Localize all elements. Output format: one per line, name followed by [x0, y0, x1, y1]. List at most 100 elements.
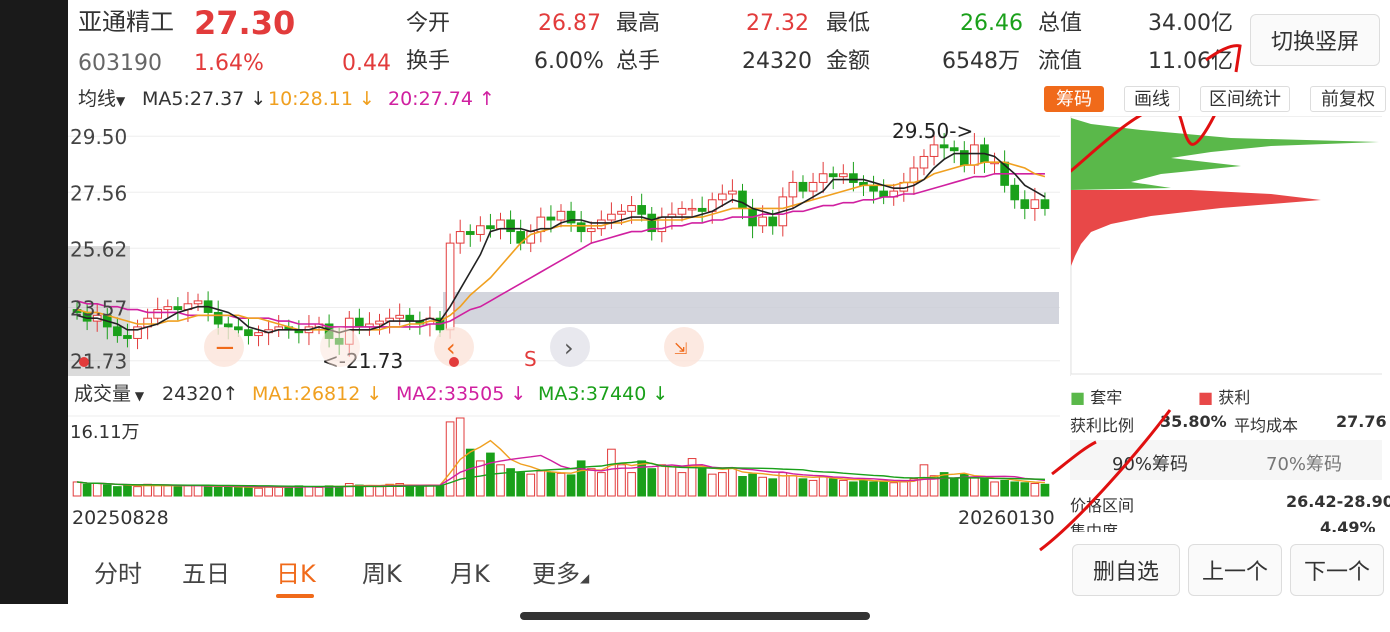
ma-indicator-bar: 均线▼ MA5:27.37 ↓ 10:28.11 ↓ 20:27.74 ↑: [68, 84, 1388, 114]
tab-chip-70[interactable]: 70%筹码: [1266, 450, 1342, 476]
previous-stock-button[interactable]: 上一个: [1188, 544, 1282, 596]
volume-bar: [234, 486, 243, 497]
volume-chart: 16.11万 20250828 20260130: [68, 415, 1060, 529]
candle-body: [909, 167, 919, 183]
turnover-label: 换手: [406, 49, 451, 74]
candle-body: [586, 228, 596, 233]
candle-body: [697, 207, 707, 212]
adjust-mode-button[interactable]: 前复权: [1310, 86, 1386, 112]
candle-body: [627, 205, 636, 212]
vol-ma1-readout: MA1:26812 ↓: [252, 380, 382, 408]
volume-bar: [546, 472, 556, 497]
candle-body: [455, 231, 465, 244]
ma-type-dropdown[interactable]: 均线▼: [78, 84, 125, 116]
remove-watchlist-button[interactable]: 删自选: [1072, 544, 1180, 596]
volume-bar: [274, 486, 284, 497]
home-indicator[interactable]: [520, 612, 870, 620]
volume-bar: [163, 485, 173, 497]
candle-body: [506, 219, 515, 233]
volume-bar: [113, 486, 122, 497]
candle-body: [173, 306, 183, 311]
volume-bar: [889, 482, 899, 497]
volume-bar: [647, 468, 657, 497]
volume-bar: [949, 478, 959, 497]
candle-body: [970, 144, 979, 166]
candle-body: [788, 181, 798, 198]
candle-body: [223, 323, 233, 328]
change-amt: 0.44: [342, 51, 391, 76]
volume-bar: [768, 478, 778, 497]
y-tick-label: 27.56: [70, 181, 127, 205]
price-zone-band: [443, 292, 1059, 324]
ma10-readout: 10:28.11 ↓: [268, 84, 375, 114]
tab-intraday[interactable]: 分时: [94, 554, 142, 589]
arrow-down-icon: ↓: [504, 383, 527, 405]
sell-marker: S: [524, 347, 537, 371]
candle-body: [818, 173, 828, 183]
tab-monthly-k[interactable]: 月K: [450, 554, 490, 589]
candle-body: [546, 216, 556, 221]
volume-bar: [758, 476, 767, 497]
range-stats-button[interactable]: 区间统计: [1200, 86, 1290, 112]
volume-bar: [667, 465, 677, 497]
tab-daily-k[interactable]: 日K: [276, 554, 316, 589]
candle-body: [919, 155, 929, 169]
candle-body: [153, 309, 163, 319]
volume-bar: [1040, 483, 1050, 497]
volume-bar: [153, 484, 163, 497]
volume-bar: [425, 485, 435, 497]
volume-bar: [183, 485, 193, 497]
volume-bar: [1030, 483, 1040, 497]
chip-button[interactable]: 筹码: [1044, 86, 1104, 112]
volume-bar: [102, 484, 112, 497]
amount-value: 6548万: [942, 49, 1020, 74]
tab-more[interactable]: 更多◢: [532, 554, 589, 589]
volume-bar: [970, 476, 979, 497]
volume-bar: [748, 473, 757, 497]
volume-bar: [919, 464, 929, 497]
volume-bar: [82, 483, 92, 497]
candle-body: [828, 173, 838, 178]
turnover-value: 6.00%: [534, 49, 604, 74]
candle-body: [637, 205, 646, 215]
candle-body: [405, 314, 415, 322]
end-date-label: 20260130: [958, 507, 1055, 529]
concentration-value: 4.49%: [1320, 518, 1376, 532]
volume-bar: [980, 478, 989, 497]
tab-five-day[interactable]: 五日: [182, 554, 230, 589]
volume-bar: [556, 472, 566, 497]
open-value: 26.87: [538, 11, 601, 36]
volume-bar: [728, 467, 737, 497]
volume-bar: [879, 480, 888, 497]
volume-bar: [284, 486, 294, 497]
volume-bar: [869, 481, 878, 497]
tab-chip-90[interactable]: 90%筹码: [1112, 450, 1188, 476]
y-tick-label: 23.57: [70, 297, 127, 321]
draw-line-button[interactable]: 画线: [1124, 86, 1180, 112]
legend-profit-swatch: ■: [1198, 388, 1219, 407]
volume-bar: [738, 476, 747, 497]
volume-bar: [788, 475, 798, 497]
tab-weekly-k[interactable]: 周K: [362, 554, 402, 589]
candle-body: [1020, 199, 1030, 209]
float-label: 流值: [1038, 49, 1083, 74]
volume-bar: [72, 481, 82, 497]
volume-bar: [677, 472, 687, 497]
candle-body: [254, 332, 263, 337]
candle-body: [929, 144, 939, 157]
open-label: 今开: [406, 11, 451, 36]
legend-trapped-swatch: ■: [1070, 388, 1091, 407]
next-stock-button[interactable]: 下一个: [1290, 544, 1384, 596]
candlestick-chart[interactable]: 29.5027.5625.6223.5721.73 29.50-> <-21.7…: [68, 116, 1060, 376]
volume-bar: [213, 486, 223, 497]
zoom-in-button[interactable]: [320, 327, 360, 367]
candle-body: [1040, 199, 1050, 209]
mcap-value: 34.00亿: [1148, 11, 1233, 36]
period-tabs: 分时 五日 日K 周K 月K 更多◢: [68, 540, 1068, 604]
stock-price: 27.30: [194, 4, 296, 42]
candle-body: [355, 317, 364, 328]
chip-profit-area: [1071, 190, 1321, 266]
switch-portrait-button[interactable]: 切换竖屏: [1250, 14, 1380, 66]
start-date-label: 20250828: [72, 507, 169, 529]
volume-type-dropdown[interactable]: 成交量 ▼: [74, 380, 144, 410]
